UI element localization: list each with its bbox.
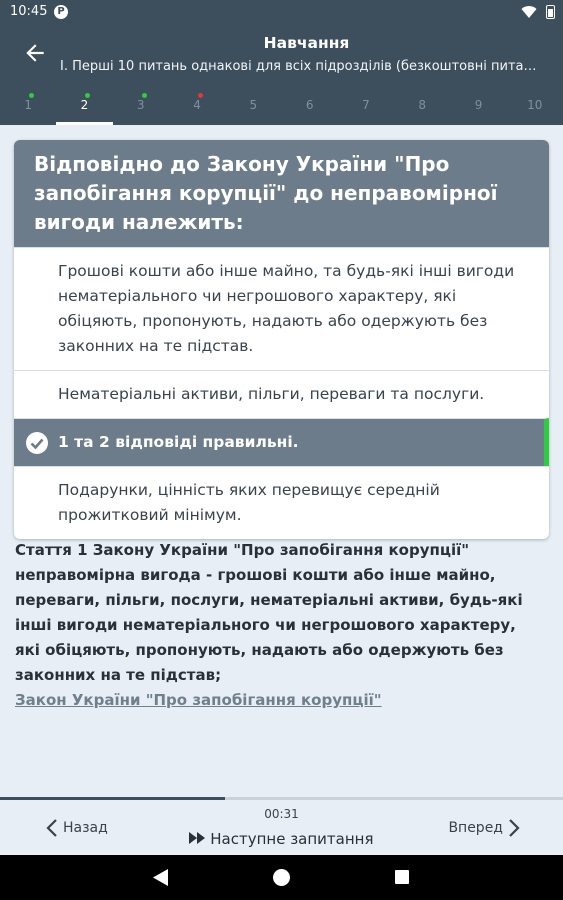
tab-question-1[interactable]: 1: [0, 90, 56, 125]
tab-question-8[interactable]: 8: [394, 90, 450, 125]
check-circle-icon: [26, 432, 48, 454]
answer-option-correct[interactable]: 1 та 2 відповіді правильні.: [14, 418, 549, 466]
wifi-icon: [521, 6, 537, 19]
law-link[interactable]: Закон України "Про запобігання корупції": [15, 688, 535, 713]
tab-status-dot: [141, 93, 147, 98]
status-bar: 10:45 Р: [0, 0, 563, 24]
answer-text: Подарунки, цінність яких перевищує серед…: [58, 481, 440, 524]
tab-label: 5: [249, 98, 258, 112]
tab-label: 6: [305, 98, 314, 112]
system-navigation-bar: [0, 855, 563, 900]
tab-label: 2: [80, 98, 89, 112]
battery-icon: [546, 5, 555, 19]
arrow-left-icon[interactable]: [22, 40, 48, 66]
fast-forward-icon: [189, 832, 206, 844]
tab-question-10[interactable]: 10: [507, 90, 563, 125]
page-title: Навчання: [263, 34, 350, 52]
bottom-navigation: Назад 00:31 Наступне запитання Вперед: [0, 797, 563, 855]
tab-label: 9: [474, 98, 483, 112]
question-tabs: 1 2 3 4 5 6 7 8 9 10: [0, 90, 563, 125]
question-card: Відповідно до Закону України "Про запобі…: [14, 140, 549, 539]
tab-question-2[interactable]: 2: [56, 90, 113, 125]
nav-back-icon[interactable]: [153, 869, 169, 886]
timer-progress-track: [0, 797, 563, 800]
timer-progress-fill: [0, 797, 226, 800]
tab-question-7[interactable]: 7: [338, 90, 394, 125]
tab-question-5[interactable]: 5: [225, 90, 281, 125]
status-time: 10:45: [10, 4, 48, 19]
answer-option[interactable]: Нематеріальні активи, пільги, переваги т…: [14, 370, 549, 418]
tab-question-9[interactable]: 9: [450, 90, 506, 125]
next-label: Вперед: [448, 820, 503, 836]
page-subtitle: I. Перші 10 питань однакові для всіх під…: [60, 59, 543, 74]
next-button[interactable]: Вперед: [448, 818, 521, 838]
app-header: Навчання I. Перші 10 питань однакові для…: [0, 24, 563, 125]
tab-question-3[interactable]: 3: [113, 90, 169, 125]
app-notification-icon: Р: [54, 5, 68, 19]
explanation: Стаття 1 Закону України "Про запобігання…: [15, 538, 535, 713]
tab-label: 8: [418, 98, 427, 112]
tab-label: 7: [362, 98, 370, 112]
answer-option[interactable]: Грошові кошти або інше майно, та будь-як…: [14, 247, 549, 370]
answer-text: Грошові кошти або інше майно, та будь-як…: [58, 262, 515, 355]
answer-option[interactable]: Подарунки, цінність яких перевищує серед…: [14, 466, 549, 539]
active-tab-indicator: [56, 122, 113, 125]
tab-label: 3: [136, 98, 145, 112]
tab-question-6[interactable]: 6: [281, 90, 337, 125]
tab-label: 4: [193, 98, 201, 112]
nav-home-icon[interactable]: [273, 869, 290, 886]
answer-text: Нематеріальні активи, пільги, переваги т…: [58, 385, 485, 403]
tab-label: 10: [527, 98, 543, 112]
answer-list: Грошові кошти або інше майно, та будь-як…: [14, 247, 549, 539]
answer-text: 1 та 2 відповіді правильні.: [58, 433, 299, 451]
next-question-label: Наступне запитання: [210, 830, 374, 848]
tab-status-dot: [198, 93, 204, 98]
nav-recents-icon[interactable]: [395, 870, 409, 884]
question-text: Відповідно до Закону України "Про запобі…: [14, 140, 549, 247]
tab-label: 1: [24, 98, 32, 112]
explanation-text: Стаття 1 Закону України "Про запобігання…: [15, 541, 523, 684]
tab-question-4[interactable]: 4: [169, 90, 225, 125]
chevron-right-icon: [509, 819, 520, 837]
